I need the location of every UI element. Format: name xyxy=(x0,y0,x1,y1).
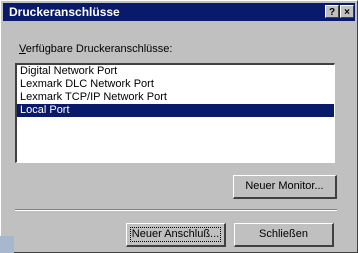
port-item-local[interactable]: Local Port xyxy=(17,104,334,117)
new-port-button[interactable]: Neuer Anschluß... xyxy=(126,223,226,247)
port-item-digital-network[interactable]: Digital Network Port xyxy=(17,65,334,78)
printer-ports-dialog: Druckeranschlüsse ? × Verfügbare Drucker… xyxy=(0,0,358,253)
separator-line xyxy=(15,209,337,211)
help-icon: ? xyxy=(328,7,336,18)
port-item-lexmark-tcpip[interactable]: Lexmark TCP/IP Network Port xyxy=(17,91,334,104)
window-title: Druckeranschlüsse xyxy=(9,5,120,19)
help-button[interactable]: ? xyxy=(325,5,339,18)
port-item-lexmark-dlc[interactable]: Lexmark DLC Network Port xyxy=(17,78,334,91)
close-button[interactable]: Schließen xyxy=(234,223,334,247)
close-icon: × xyxy=(344,7,350,18)
new-monitor-button[interactable]: Neuer Monitor... xyxy=(233,175,337,199)
focus-rect xyxy=(130,227,221,242)
ports-listbox[interactable]: Digital Network Port Lexmark DLC Network… xyxy=(15,63,335,163)
label-text: erfügbare Druckeranschlüsse: xyxy=(25,43,173,55)
available-ports-label: Verfügbare Druckeranschlüsse: xyxy=(19,43,172,55)
label-accelerator: V xyxy=(19,43,26,55)
close-window-button[interactable]: × xyxy=(340,5,354,18)
title-bar[interactable]: Druckeranschlüsse ? × xyxy=(3,3,355,21)
background-edge xyxy=(0,236,14,253)
